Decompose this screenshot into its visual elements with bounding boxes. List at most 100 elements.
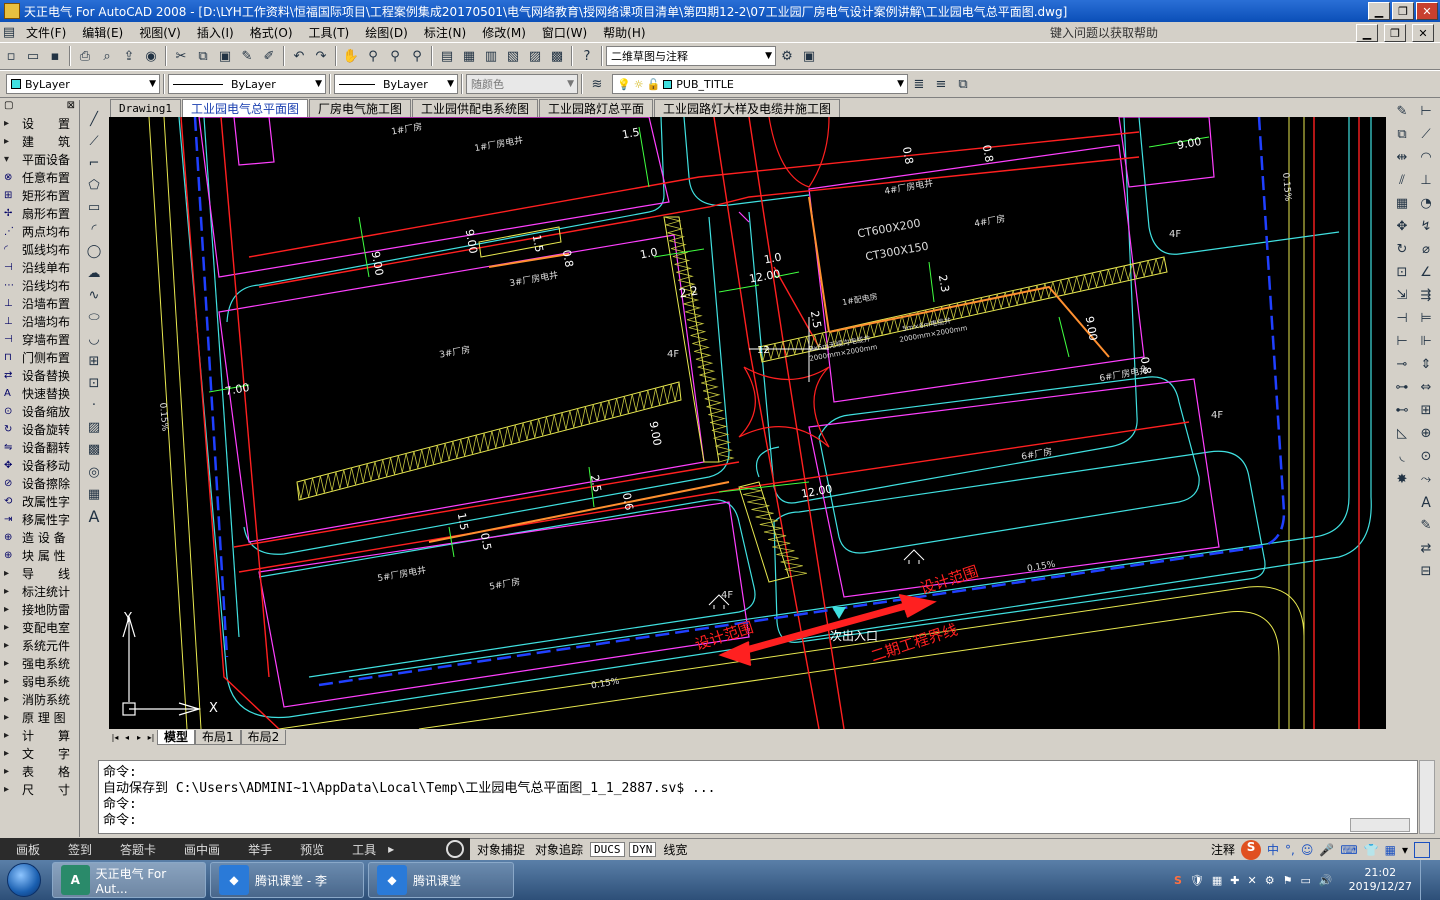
menu-item-19[interactable]: ✥ 设备移动 [0,456,79,474]
calculator-icon[interactable]: ▩ [547,46,567,66]
rotate-icon[interactable]: ↻ [1392,239,1412,260]
qq-sign-in[interactable]: 签到 [68,841,92,858]
workspace-lock-icon[interactable]: ▣ [799,46,819,66]
clock[interactable]: 21:02 2019/12/27 [1349,866,1412,894]
menu-tools[interactable]: 工具(T) [301,24,358,41]
command-window[interactable]: 命令: 自动保存到 C:\Users\ADMINI~1\AppData\Loca… [98,760,1418,834]
fillet-icon[interactable]: ◟ [1392,446,1412,467]
help-icon[interactable]: ? [577,46,597,66]
make-block-icon[interactable]: ⊡ [84,375,104,393]
sogou-tray-icon[interactable]: S [1174,874,1182,887]
ime-voice-icon[interactable]: 🎤 [1319,843,1334,857]
qq-answer-card[interactable]: 答题卡 [120,841,156,858]
copy-object-icon[interactable]: ⧉ [1392,124,1412,145]
ducs-toggle[interactable]: DUCS [590,842,625,857]
tray-icon-shield[interactable]: 🛡 [1190,874,1204,887]
copy-icon[interactable]: ⧉ [193,46,213,66]
menu-window[interactable]: 窗口(W) [534,24,595,41]
menu-item-34[interactable]: ▸ 计 算 [0,726,79,744]
print-icon[interactable]: ⎙ [75,46,95,66]
menu-item-21[interactable]: ⟲ 改属性字 [0,492,79,510]
dim-diameter-icon[interactable]: ⌀ [1416,239,1436,260]
erase-icon[interactable]: ✎ [1392,101,1412,122]
revcloud-icon[interactable]: ☁ [84,264,104,282]
ellipse-arc-icon[interactable]: ◡ [84,331,104,349]
show-desktop-button[interactable] [1420,860,1430,900]
tab-power-system[interactable]: 工业园供配电系统图 [412,99,539,117]
menu-file[interactable]: 文件(F) [18,24,74,41]
menu-item-12[interactable]: ⊣ 穿墙布置 [0,330,79,348]
layer-previous-icon[interactable]: ≡ [931,74,951,94]
qq-draw-board[interactable]: 画板 [16,841,40,858]
quick-dim-icon[interactable]: ⇶ [1416,285,1436,306]
toolpalettes-icon[interactable]: ▥ [481,46,501,66]
dim-jogged-icon[interactable]: ↯ [1416,216,1436,237]
start-button[interactable] [0,860,48,900]
clean-screen-icon[interactable] [1414,841,1430,858]
tolerance-icon[interactable]: ⊞ [1416,400,1436,421]
close-button[interactable]: ✕ [1416,2,1438,20]
first-layout-icon[interactable]: |◂ [109,733,121,742]
make-current-layer-icon[interactable]: ≣ [909,74,929,94]
ime-mode[interactable]: 中 [1267,841,1279,858]
explode-icon[interactable]: ✸ [1392,469,1412,490]
pan-icon[interactable]: ✋ [341,46,361,66]
menu-item-6[interactable]: ⋰ 两点均布 [0,222,79,240]
menu-item-2[interactable]: ▾ 平面设备 [0,150,79,168]
tray-icon-mute[interactable]: ✕ [1248,874,1257,887]
panel-close-icon[interactable]: ⊠ [67,100,75,114]
linetype-select[interactable]: ByLayer ▼ [168,74,326,94]
point-icon[interactable]: · [84,397,104,415]
ime-punct-icon[interactable]: °, [1285,843,1295,857]
menu-item-23[interactable]: ⊕ 造 设 备 [0,528,79,546]
menu-item-4[interactable]: ⊞ 矩形布置 [0,186,79,204]
cut-icon[interactable]: ✂ [171,46,191,66]
region-icon[interactable]: ◎ [84,463,104,481]
zoom-realtime-icon[interactable]: ⚲ [363,46,383,66]
menu-item-16[interactable]: ⊙ 设备缩放 [0,402,79,420]
ellipse-icon[interactable]: ⬭ [84,309,104,327]
menu-item-20[interactable]: ⊘ 设备擦除 [0,474,79,492]
menu-item-33[interactable]: ▸ 原 理 图 [0,708,79,726]
matchprop-icon[interactable]: ✎ [237,46,257,66]
designcenter-icon[interactable]: ▦ [459,46,479,66]
paste-icon[interactable]: ▣ [215,46,235,66]
menu-item-8[interactable]: ⊣ 沿线单布 [0,258,79,276]
mirror-icon[interactable]: ⇹ [1392,147,1412,168]
doc-restore-button[interactable]: ❐ [1384,24,1406,42]
lineweight-select[interactable]: ByLayer ▼ [334,74,458,94]
tab-factory-construction[interactable]: 厂房电气施工图 [309,99,412,117]
menu-item-25[interactable]: ▸ 导 线 [0,564,79,582]
blockeditor-icon[interactable]: ✐ [259,46,279,66]
tray-icon-app[interactable]: ⚙ [1265,874,1275,887]
dim-text-edit-icon[interactable]: ✎ [1416,515,1436,536]
menu-item-10[interactable]: ⊥ 沿墙布置 [0,294,79,312]
taskbar-tencent-class-2[interactable]: ◆ 腾讯课堂 [368,862,514,898]
ime-tools-icon[interactable]: ▦ [1385,843,1396,857]
tab-electrical-site-plan[interactable]: 工业园电气总平面图 [181,99,308,117]
inspect-icon[interactable]: ⊙ [1416,446,1436,467]
doc-close-button[interactable]: ✕ [1412,24,1434,42]
menu-item-31[interactable]: ▸ 弱电系统 [0,672,79,690]
undo-icon[interactable]: ↶ [289,46,309,66]
doc-minimize-button[interactable]: ▁ [1356,24,1378,42]
layer-select[interactable]: 💡 ☼ 🔓 PUB_TITLE ▼ [612,74,908,94]
dyn-toggle[interactable]: DYN [628,842,657,857]
properties-icon[interactable]: ▤ [437,46,457,66]
tray-icon-flag[interactable]: ⚑ [1283,874,1293,887]
dim-edit-icon[interactable]: A [1416,492,1436,513]
tab-model[interactable]: 模型 [157,729,196,745]
command-hscrollbar[interactable] [1350,818,1410,832]
hatch-icon[interactable]: ▨ [84,419,104,437]
sogou-icon[interactable]: S [1241,839,1262,860]
menu-item-17[interactable]: ↻ 设备旋转 [0,420,79,438]
break-icon[interactable]: ⊶ [1392,377,1412,398]
menu-item-35[interactable]: ▸ 文 字 [0,744,79,762]
layer-states-icon[interactable]: ⧉ [953,74,973,94]
polyline-icon[interactable]: ⌐ [84,154,104,172]
otrack-toggle[interactable]: 对象追踪 [532,841,586,858]
plot-icon[interactable]: ◉ [141,46,161,66]
qq-pip[interactable]: 画中画 [184,841,220,858]
tray-icon-network[interactable]: ▦ [1212,874,1222,887]
menu-dimension[interactable]: 标注(N) [416,24,474,41]
